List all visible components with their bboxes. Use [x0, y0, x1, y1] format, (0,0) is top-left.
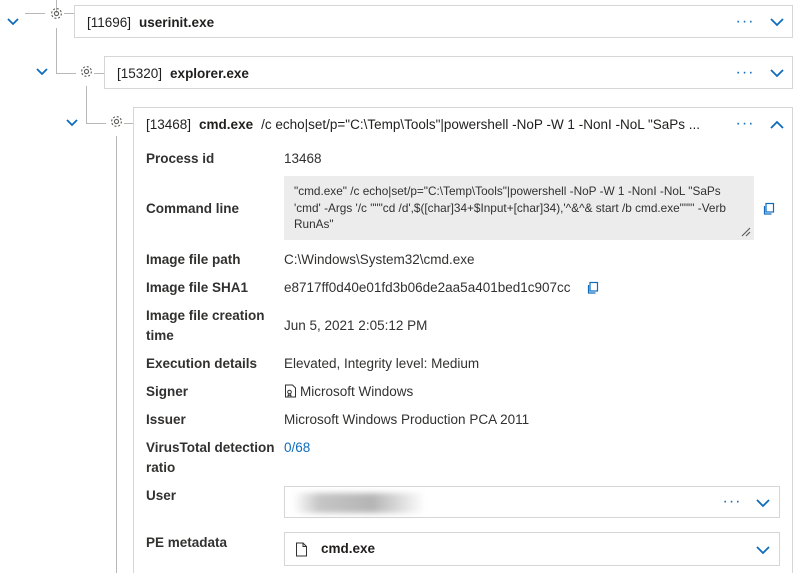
label-virustotal: VirusTotal detection ratio — [146, 440, 275, 475]
process-name: cmd.exe — [199, 117, 254, 132]
process-card-userinit[interactable]: [11696] userinit.exe ··· — [74, 5, 793, 38]
process-card-explorer[interactable]: [15320] explorer.exe ··· — [104, 56, 793, 89]
label-signer: Signer — [146, 384, 189, 399]
process-id: [13468] — [146, 117, 192, 132]
expand-chevron-icon[interactable] — [63, 114, 81, 132]
resize-handle-icon[interactable] — [740, 226, 751, 237]
value-image-file-creation-time: Jun 5, 2021 2:05:12 PM — [284, 318, 428, 333]
process-card-header[interactable]: [13468] cmd.exe /c echo|set/p="C:\Temp\T… — [134, 108, 792, 141]
process-gear-icon — [78, 63, 94, 79]
label-image-file-sha1: Image file SHA1 — [146, 280, 249, 295]
pe-metadata-card[interactable]: cmd.exe — [284, 532, 780, 566]
value-issuer: Microsoft Windows Production PCA 2011 — [284, 412, 530, 427]
file-icon — [296, 542, 307, 557]
process-tree: [11696] userinit.exe ··· [15320] explore… — [0, 0, 794, 573]
label-image-file-creation-time: Image file creation time — [146, 308, 265, 343]
value-execution-details: Elevated, Integrity level: Medium — [284, 356, 480, 371]
more-options-button[interactable]: ··· — [735, 114, 755, 134]
expand-chevron-icon[interactable] — [766, 63, 788, 83]
virustotal-link[interactable]: 0/68 — [284, 438, 310, 458]
label-image-file-path: Image file path — [146, 252, 241, 267]
more-options-button[interactable]: ··· — [722, 492, 742, 512]
value-signer: Microsoft Windows — [284, 382, 413, 402]
expand-chevron-icon[interactable] — [752, 540, 774, 560]
tree-connector — [25, 13, 45, 14]
process-command-preview: /c echo|set/p="C:\Temp\Tools"|powershell… — [261, 117, 701, 132]
tree-connector — [124, 123, 133, 124]
copy-icon[interactable] — [586, 281, 600, 295]
more-options-button[interactable]: ··· — [735, 63, 755, 83]
command-line-textarea[interactable]: "cmd.exe" /c echo|set/p="C:\Temp\Tools"|… — [284, 176, 754, 240]
user-card[interactable]: ··· — [284, 486, 780, 518]
value-image-file-path: C:\Windows\System32\cmd.exe — [284, 252, 475, 267]
tree-connector — [64, 13, 74, 14]
certificate-icon — [285, 384, 296, 398]
tree-connector — [86, 86, 87, 123]
redacted-user-name — [293, 493, 425, 513]
more-options-button[interactable]: ··· — [735, 12, 755, 32]
process-id: [11696] — [87, 15, 132, 30]
tree-connector — [94, 73, 104, 74]
expand-chevron-icon[interactable] — [33, 63, 51, 81]
value-command-line: "cmd.exe" /c echo|set/p="C:\Temp\Tools"|… — [294, 184, 726, 231]
process-gear-icon — [108, 113, 124, 129]
tree-connector — [56, 73, 76, 74]
value-process-id: 13468 — [284, 151, 322, 166]
expand-chevron-icon[interactable] — [4, 13, 22, 31]
process-name: explorer.exe — [170, 66, 249, 81]
expand-chevron-icon[interactable] — [766, 12, 788, 32]
tree-connector — [56, 28, 57, 73]
collapse-chevron-icon[interactable] — [766, 114, 788, 134]
process-id: [15320] — [117, 66, 163, 81]
copy-icon[interactable] — [762, 202, 776, 216]
label-pe-metadata: PE metadata — [146, 535, 228, 550]
tree-connector — [86, 123, 106, 124]
value-image-file-sha1: e8717ff0d40e01fd3b06de2aa5a401bed1c907cc — [284, 280, 571, 295]
label-command-line: Command line — [146, 201, 240, 216]
process-name: userinit.exe — [139, 15, 215, 30]
label-issuer: Issuer — [146, 412, 186, 427]
label-user: User — [146, 488, 177, 503]
label-process-id: Process id — [146, 151, 215, 166]
tree-connector — [116, 136, 117, 573]
signer-name: Microsoft Windows — [300, 384, 414, 399]
process-gear-icon — [48, 5, 64, 21]
label-execution-details: Execution details — [146, 356, 258, 371]
pe-metadata-file-name: cmd.exe — [321, 541, 376, 556]
expand-chevron-icon[interactable] — [752, 493, 774, 513]
